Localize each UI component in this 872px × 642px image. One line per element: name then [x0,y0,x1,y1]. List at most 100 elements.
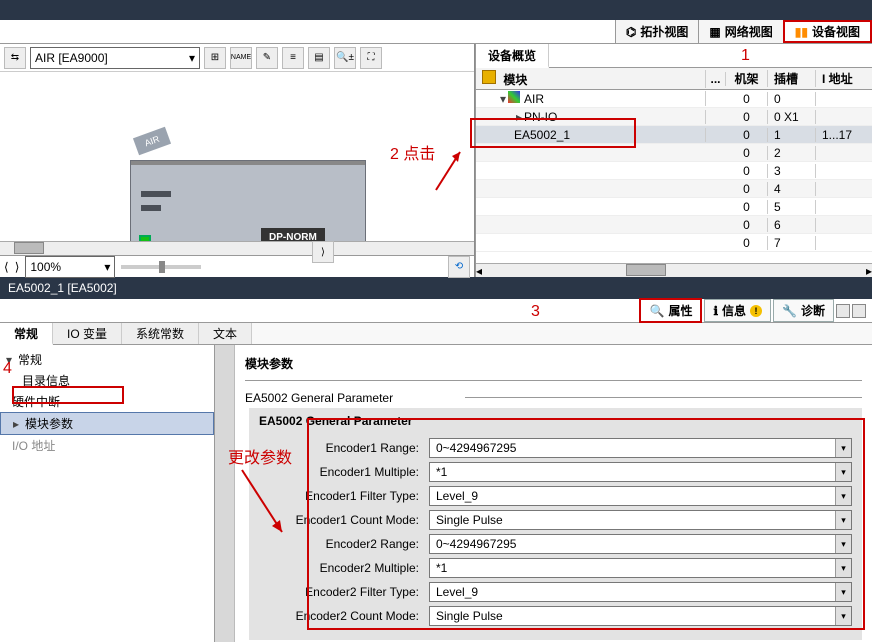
canvas-pane: ⇆ AIR [EA9000] ▾ ⊞ NAME ✎ ≡ ▤ 🔍± ⛶ AIR D… [0,44,475,277]
cell-rack: 0 [726,128,768,142]
cell-rack: 0 [726,236,768,250]
param-dropdown[interactable]: Single Pulse▾ [429,510,852,530]
nav-hw-interrupt[interactable]: 硬件中断 [0,391,214,412]
zoom-slider[interactable] [121,265,201,269]
tree-toggle-icon[interactable]: ▸ [514,110,524,124]
tab-network[interactable]: ▦ 网络视图 [698,20,782,43]
subtab-io[interactable]: IO 变量 [53,323,122,344]
cell-rack: 0 [726,110,768,124]
section-strip [215,345,235,642]
param-dropdown[interactable]: Level_9▾ [429,582,852,602]
tab-properties[interactable]: 🔍 属性 [639,298,702,323]
param-label: Encoder1 Count Mode: [259,513,429,527]
show-hide-button[interactable]: ⇆ [4,47,26,69]
chevron-down-icon: ▾ [189,51,195,65]
nav-module-params[interactable]: ▸ 模块参数 [0,412,214,435]
nav-general[interactable]: ▾ 常规 [0,349,214,370]
param-dropdown[interactable]: Single Pulse▾ [429,606,852,626]
canvas-h-scroll[interactable]: ⟩ [0,241,474,255]
zoom-in-button[interactable]: 🔍± [334,47,356,69]
cell-slot: 7 [768,236,816,250]
toolbar-btn-3[interactable]: ✎ [256,47,278,69]
tab-info[interactable]: ℹ 信息 ! [704,299,771,322]
param-dropdown[interactable]: 0~4294967295▾ [429,438,852,458]
table-row[interactable]: ▸PN-IO00 X1 [476,108,872,126]
inspector-title: EA5002_1 [EA5002] [8,281,117,295]
zoom-select[interactable]: 100% ▾ [25,256,115,278]
param-area: 模块参数 EA5002 General Parameter EA5002 Gen… [215,345,872,642]
device-selector-value: AIR [EA9000] [35,51,108,65]
collapse-icon[interactable]: ▾ [6,353,18,367]
cell-slot: 3 [768,164,816,178]
chevron-right-icon[interactable]: ⟩ [15,260,20,274]
restore-button[interactable]: ⟲ [448,256,470,278]
cell-rack: 0 [726,146,768,160]
window-action-1[interactable] [836,304,850,318]
device-rack[interactable]: DP-NORM [130,160,366,254]
table-row[interactable]: 03 [476,162,872,180]
toolbar-btn-6[interactable]: ⛶ [360,47,382,69]
param-label: Encoder1 Filter Type: [259,489,429,503]
chevron-down-icon: ▾ [835,607,851,625]
table-row[interactable]: ▾AIR00 [476,90,872,108]
nav-io-addr[interactable]: I/O 地址 [0,435,214,456]
nav-catalog[interactable]: 目录信息 [0,370,214,391]
param-dropdown[interactable]: *1▾ [429,558,852,578]
table-row[interactable]: 05 [476,198,872,216]
tab-device-overview[interactable]: 设备概览 [476,44,549,68]
param-value: *1 [436,465,447,479]
cell-rack: 0 [726,92,768,106]
window-action-2[interactable] [852,304,866,318]
tab-topology[interactable]: ⌬ 拓扑视图 [615,20,699,43]
param-dropdown[interactable]: 0~4294967295▾ [429,534,852,554]
tree-toggle-icon[interactable]: ▾ [498,92,508,106]
cell-rack: 0 [726,182,768,196]
toolbar-btn-2[interactable]: NAME [230,47,252,69]
module-icon [508,91,520,103]
toolbar-btn-5[interactable]: ▤ [308,47,330,69]
table-row[interactable]: 07 [476,234,872,252]
module-table-body: ▾AIR00▸PN-IO00 X1EA5002_1011...170203040… [476,90,872,263]
subtab-general[interactable]: 常规 [0,323,53,345]
section-sub1: EA5002 General Parameter [245,391,862,405]
device-icon: ▮▮ [795,25,808,39]
device-canvas[interactable]: AIR DP-NORM [0,72,474,241]
table-row[interactable]: 04 [476,180,872,198]
chevron-left-icon[interactable]: ⟨ [4,260,9,274]
param-dropdown[interactable]: Level_9▾ [429,486,852,506]
col-more[interactable]: ... [706,72,726,86]
toolbar-btn-1[interactable]: ⊞ [204,47,226,69]
tab-label: 设备概览 [488,47,536,64]
cell-slot: 6 [768,218,816,232]
param-row: Encoder1 Range:0~4294967295▾ [259,438,852,458]
subtab-sysconst[interactable]: 系统常数 [122,323,199,344]
table-row[interactable]: 06 [476,216,872,234]
cell-rack: 0 [726,218,768,232]
table-row[interactable]: 02 [476,144,872,162]
collapse-handle-left[interactable]: ⟩ [312,241,334,263]
toolbar-btn-4[interactable]: ≡ [282,47,304,69]
device-selector[interactable]: AIR [EA9000] ▾ [30,47,200,69]
tab-label: 设备视图 [812,23,860,40]
tab-diagnostics[interactable]: 🔧 诊断 [773,299,834,322]
param-dropdown[interactable]: *1▾ [429,462,852,482]
table-row[interactable]: EA5002_1011...17 [476,126,872,144]
topology-icon: ⌬ [626,25,636,39]
zoom-value: 100% [30,260,61,274]
section-title: 模块参数 [245,355,862,372]
subtab-text[interactable]: 文本 [199,323,252,344]
network-icon: ▦ [709,25,720,39]
col-module: 模块 [476,70,706,88]
overview-h-scroll[interactable]: ◂ ▸ [476,263,872,277]
chevron-down-icon: ▾ [835,511,851,529]
inspector-tabs: 🔍 属性 ℹ 信息 ! 🔧 诊断 [0,299,872,323]
col-slot: 插槽 [768,70,816,87]
param-label: Encoder2 Range: [259,537,429,551]
tab-device[interactable]: ▮▮ 设备视图 [783,20,872,43]
expand-icon[interactable]: ▸ [13,417,25,431]
tab-label: 属性 [668,302,692,319]
cell-rack: 0 [726,200,768,214]
param-value: 0~4294967295 [436,537,516,551]
param-row: Encoder1 Count Mode:Single Pulse▾ [259,510,852,530]
property-subtabs: 常规 IO 变量 系统常数 文本 [0,323,872,345]
